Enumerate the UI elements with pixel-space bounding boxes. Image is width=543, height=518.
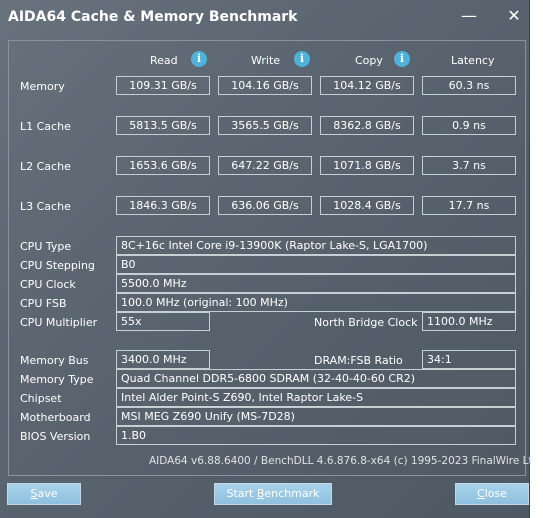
l1-latency-value: 0.9 ns xyxy=(422,116,516,135)
close-button[interactable]: Close xyxy=(455,483,529,505)
l2-row-label: L2 Cache xyxy=(20,160,71,173)
cpu-multiplier-label: CPU Multiplier xyxy=(20,316,98,329)
bench-label-prefix: Start xyxy=(226,487,257,500)
results-panel: Read i Write i Copy i Latency Memory 109… xyxy=(8,40,543,476)
l1-row-label: L1 Cache xyxy=(20,120,71,133)
cpu-stepping-value: B0 xyxy=(116,255,516,274)
cpu-fsb-value: 100.0 MHz (original: 100 MHz) xyxy=(116,293,516,312)
l2-latency-value: 3.7 ns xyxy=(422,156,516,175)
memory-bus-label: Memory Bus xyxy=(20,354,89,367)
copy-info-icon[interactable]: i xyxy=(394,51,410,67)
cpu-stepping-label: CPU Stepping xyxy=(20,259,95,272)
memory-bus-value: 3400.0 MHz xyxy=(116,350,210,369)
bench-label-rest: enchmark xyxy=(264,487,320,500)
memory-row-label: Memory xyxy=(20,80,65,93)
l2-copy-value: 1071.8 GB/s xyxy=(320,156,414,175)
motherboard-value: MSI MEG Z690 Unify (MS-7D28) xyxy=(116,407,516,426)
nb-clock-value: 1100.0 MHz xyxy=(422,312,516,331)
version-footer: AIDA64 v6.88.6400 / BenchDLL 4.6.876.8-x… xyxy=(149,455,543,467)
write-info-icon[interactable]: i xyxy=(294,51,310,67)
copy-header: Copy xyxy=(355,54,383,67)
l3-read-value: 1846.3 GB/s xyxy=(116,196,210,215)
l3-latency-value: 17.7 ns xyxy=(422,196,516,215)
dram-fsb-ratio-value: 34:1 xyxy=(422,350,516,369)
save-label-rest: ave xyxy=(37,487,58,500)
memory-latency-value: 60.3 ns xyxy=(422,76,516,95)
close-icon[interactable]: ✕ xyxy=(500,5,528,27)
cpu-clock-label: CPU Clock xyxy=(20,278,76,291)
cpu-type-label: CPU Type xyxy=(20,240,72,253)
memory-write-value: 104.16 GB/s xyxy=(218,76,312,95)
dram-fsb-ratio-label: DRAM:FSB Ratio xyxy=(314,354,403,367)
title-bar: AIDA64 Cache & Memory Benchmark — ✕ xyxy=(0,0,530,32)
minimize-icon[interactable]: — xyxy=(455,5,483,27)
l1-copy-value: 8362.8 GB/s xyxy=(320,116,414,135)
latency-header: Latency xyxy=(451,54,495,67)
bios-version-label: BIOS Version xyxy=(20,430,91,443)
save-button[interactable]: Save xyxy=(7,483,81,505)
write-header: Write xyxy=(251,54,281,67)
read-info-icon[interactable]: i xyxy=(191,51,207,67)
memory-copy-value: 104.12 GB/s xyxy=(320,76,414,95)
motherboard-label: Motherboard xyxy=(20,411,91,424)
l1-write-value: 3565.5 GB/s xyxy=(218,116,312,135)
l2-write-value: 647.22 GB/s xyxy=(218,156,312,175)
background-strip xyxy=(531,0,543,518)
start-benchmark-button[interactable]: Start Benchmark xyxy=(214,483,332,505)
memory-read-value: 109.31 GB/s xyxy=(116,76,210,95)
bios-version-value: 1.B0 xyxy=(116,426,516,445)
close-mnemonic: C xyxy=(477,487,485,500)
cpu-multiplier-value: 55x xyxy=(116,312,210,331)
cpu-type-value: 8C+16c Intel Core i9-13900K (Raptor Lake… xyxy=(116,236,516,255)
l3-write-value: 636.06 GB/s xyxy=(218,196,312,215)
l3-copy-value: 1028.4 GB/s xyxy=(320,196,414,215)
chipset-label: Chipset xyxy=(20,392,62,405)
chipset-value: Intel Alder Point-S Z690, Intel Raptor L… xyxy=(116,388,516,407)
memory-type-label: Memory Type xyxy=(20,373,94,386)
benchmark-window: AIDA64 Cache & Memory Benchmark — ✕ Read… xyxy=(0,0,543,518)
l2-read-value: 1653.6 GB/s xyxy=(116,156,210,175)
cpu-fsb-label: CPU FSB xyxy=(20,297,67,310)
l1-read-value: 5813.5 GB/s xyxy=(116,116,210,135)
cpu-clock-value: 5500.0 MHz xyxy=(116,274,516,293)
read-header: Read xyxy=(150,54,178,67)
window-title: AIDA64 Cache & Memory Benchmark xyxy=(8,9,298,25)
close-label-rest: lose xyxy=(484,487,507,500)
l3-row-label: L3 Cache xyxy=(20,200,71,213)
memory-type-value: Quad Channel DDR5-6800 SDRAM (32-40-40-6… xyxy=(116,369,516,388)
nb-clock-label: North Bridge Clock xyxy=(314,316,418,329)
